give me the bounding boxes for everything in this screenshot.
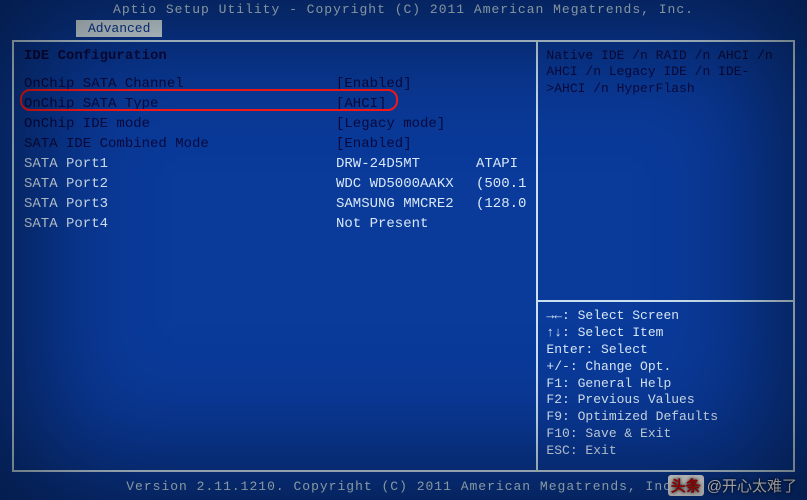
watermark-badge: 头条: [668, 475, 704, 496]
setting-value[interactable]: [Enabled]: [336, 74, 476, 94]
setting-value: WDC WD5000AAKX: [336, 174, 476, 194]
setting-row-1[interactable]: OnChip SATA Type[AHCI]: [24, 94, 526, 114]
key-help-line-1: ↑↓: Select Item: [546, 325, 785, 342]
setting-value[interactable]: [Enabled]: [336, 134, 476, 154]
watermark: 头条@开心太难了: [668, 475, 797, 496]
setting-value[interactable]: [AHCI]: [336, 94, 476, 114]
utility-title: Aptio Setup Utility - Copyright (C) 2011…: [0, 0, 807, 20]
setting-label: OnChip SATA Channel: [24, 74, 336, 94]
setting-label: SATA Port4: [24, 214, 336, 234]
main-pane: IDE Configuration OnChip SATA Channel[En…: [14, 42, 538, 470]
setting-row-6: SATA Port3SAMSUNG MMCRE2(128.0: [24, 194, 526, 214]
setting-rows: OnChip SATA Channel[Enabled]OnChip SATA …: [24, 74, 526, 234]
key-help-line-3: +/-: Change Opt.: [546, 359, 785, 376]
setting-row-3[interactable]: SATA IDE Combined Mode[Enabled]: [24, 134, 526, 154]
setting-row-0[interactable]: OnChip SATA Channel[Enabled]: [24, 74, 526, 94]
key-help-line-7: F10: Save & Exit: [546, 426, 785, 443]
side-pane: Native IDE /n RAID /n AHCI /n AHCI /n Le…: [538, 42, 793, 470]
setting-label: OnChip IDE mode: [24, 114, 336, 134]
setting-value: SAMSUNG MMCRE2: [336, 194, 476, 214]
setting-extra: (128.0: [476, 194, 526, 214]
setting-label: OnChip SATA Type: [24, 94, 336, 114]
key-help-line-2: Enter: Select: [546, 342, 785, 359]
setting-row-5: SATA Port2WDC WD5000AAKX(500.1: [24, 174, 526, 194]
setting-label: SATA Port3: [24, 194, 336, 214]
setting-value[interactable]: [Legacy mode]: [336, 114, 476, 134]
setting-label: SATA IDE Combined Mode: [24, 134, 336, 154]
setting-row-7: SATA Port4Not Present: [24, 214, 526, 234]
key-help-line-5: F2: Previous Values: [546, 392, 785, 409]
content-frame: IDE Configuration OnChip SATA Channel[En…: [12, 40, 795, 472]
setting-row-4: SATA Port1DRW-24D5MTATAPI: [24, 154, 526, 174]
tab-row: Advanced: [0, 20, 807, 39]
key-help-line-4: F1: General Help: [546, 376, 785, 393]
setting-extra: ATAPI: [476, 154, 518, 174]
key-help: →←: Select Screen↑↓: Select ItemEnter: S…: [538, 302, 793, 470]
setting-value: Not Present: [336, 214, 476, 234]
key-help-line-0: →←: Select Screen: [546, 308, 785, 325]
setting-extra: (500.1: [476, 174, 526, 194]
key-help-line-6: F9: Optimized Defaults: [546, 409, 785, 426]
bios-screen: Aptio Setup Utility - Copyright (C) 2011…: [0, 0, 807, 500]
setting-value: DRW-24D5MT: [336, 154, 476, 174]
section-title: IDE Configuration: [24, 48, 526, 74]
watermark-text: @开心太难了: [707, 478, 797, 495]
setting-label: SATA Port1: [24, 154, 336, 174]
setting-row-2[interactable]: OnChip IDE mode[Legacy mode]: [24, 114, 526, 134]
tab-advanced[interactable]: Advanced: [76, 20, 162, 37]
key-help-line-8: ESC: Exit: [546, 443, 785, 460]
setting-label: SATA Port2: [24, 174, 336, 194]
option-help-text: Native IDE /n RAID /n AHCI /n AHCI /n Le…: [538, 42, 793, 300]
